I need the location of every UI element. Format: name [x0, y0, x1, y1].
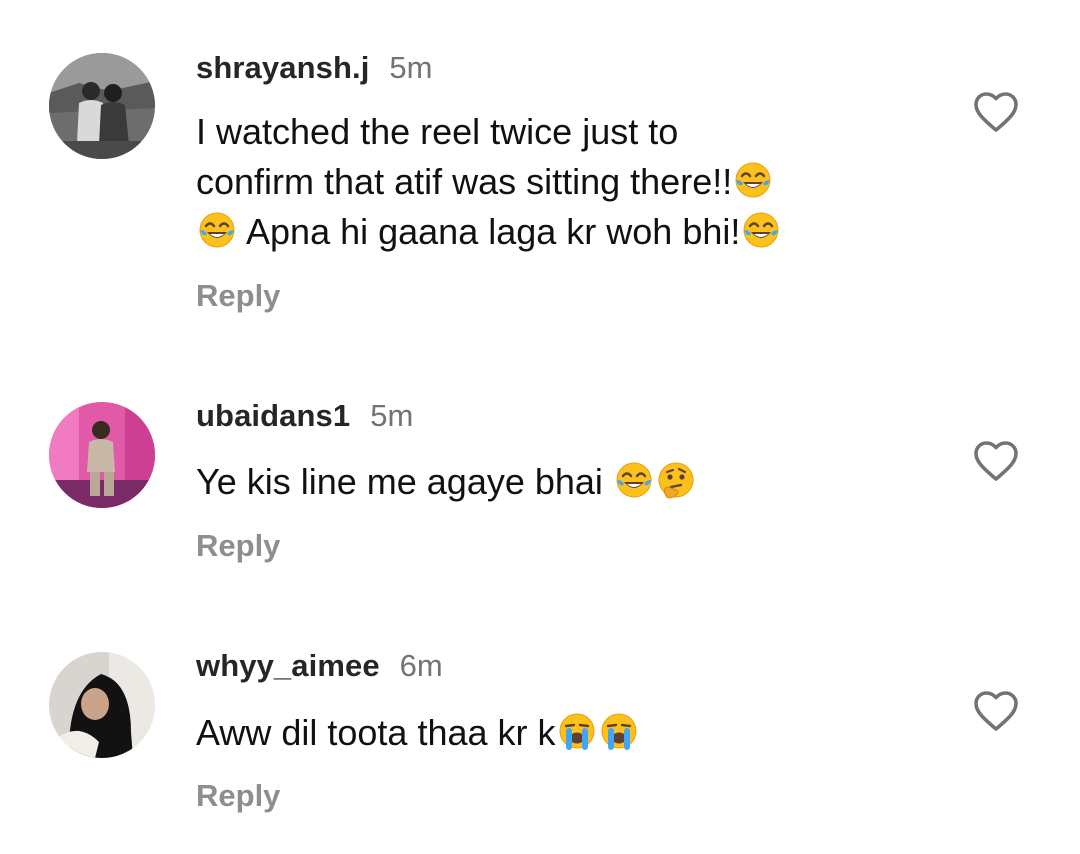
tears-of-joy-emoji-icon [741, 210, 781, 250]
avatar[interactable] [49, 402, 155, 508]
loudly-crying-face-emoji-icon [557, 711, 597, 751]
heart-outline-icon[interactable] [972, 439, 1020, 483]
comment-text: Ye kis line me agaye bhai [196, 457, 916, 507]
username[interactable]: ubaidans1 [196, 398, 350, 434]
username[interactable]: whyy_aimee [196, 648, 380, 684]
heart-outline-icon[interactable] [972, 689, 1020, 733]
tears-of-joy-emoji-icon [197, 210, 237, 250]
loudly-crying-face-emoji-icon [599, 711, 639, 751]
thinking-face-emoji-icon [656, 460, 696, 500]
comment-line: Ye kis line me agaye bhai [196, 461, 613, 502]
reply-button[interactable]: Reply [196, 278, 280, 314]
comment-line: Aww dil toota thaa kr k [196, 712, 556, 753]
heart-outline-icon[interactable] [972, 90, 1020, 134]
timestamp: 5m [389, 50, 433, 85]
timestamp: 6m [399, 648, 443, 683]
username[interactable]: shrayansh.j [196, 50, 369, 86]
comment-header: whyy_aimee 6m [196, 648, 443, 684]
comment-text: Aww dil toota thaa kr k [196, 708, 916, 758]
comment-line: I watched the reel twice just to [196, 111, 679, 152]
tears-of-joy-emoji-icon [614, 460, 654, 500]
comment-line: confirm that atif was sitting there!! [196, 161, 733, 202]
comment-header: ubaidans1 5m [196, 398, 413, 434]
timestamp: 5m [370, 398, 414, 433]
reply-button[interactable]: Reply [196, 528, 280, 564]
comment-text: I watched the reel twice just to confirm… [196, 107, 916, 257]
tears-of-joy-emoji-icon [733, 160, 773, 200]
comment-line: Apna hi gaana laga kr woh bhi! [238, 211, 741, 252]
comment-header: shrayansh.j 5m [196, 50, 432, 86]
avatar[interactable] [49, 53, 155, 159]
reply-button[interactable]: Reply [196, 778, 280, 814]
avatar[interactable] [49, 652, 155, 758]
